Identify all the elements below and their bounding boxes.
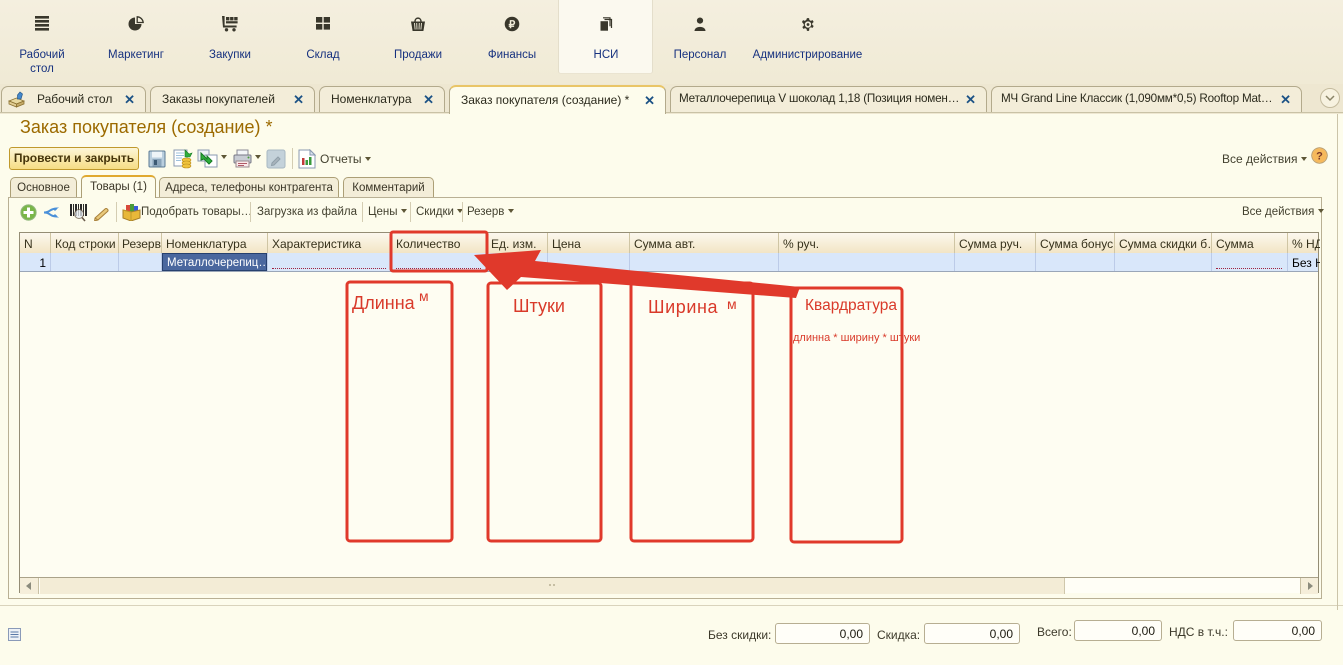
svg-text:Штуки: Штуки (513, 296, 565, 316)
svg-text:Ширина: Ширина (648, 297, 719, 317)
svg-text:м: м (727, 296, 737, 312)
svg-text:м: м (419, 288, 429, 304)
svg-text:длинна * ширину * штуки: длинна * ширину * штуки (793, 332, 920, 344)
svg-text:Квардратура: Квардратура (805, 297, 897, 314)
svg-text:Длинна: Длинна (352, 293, 416, 313)
